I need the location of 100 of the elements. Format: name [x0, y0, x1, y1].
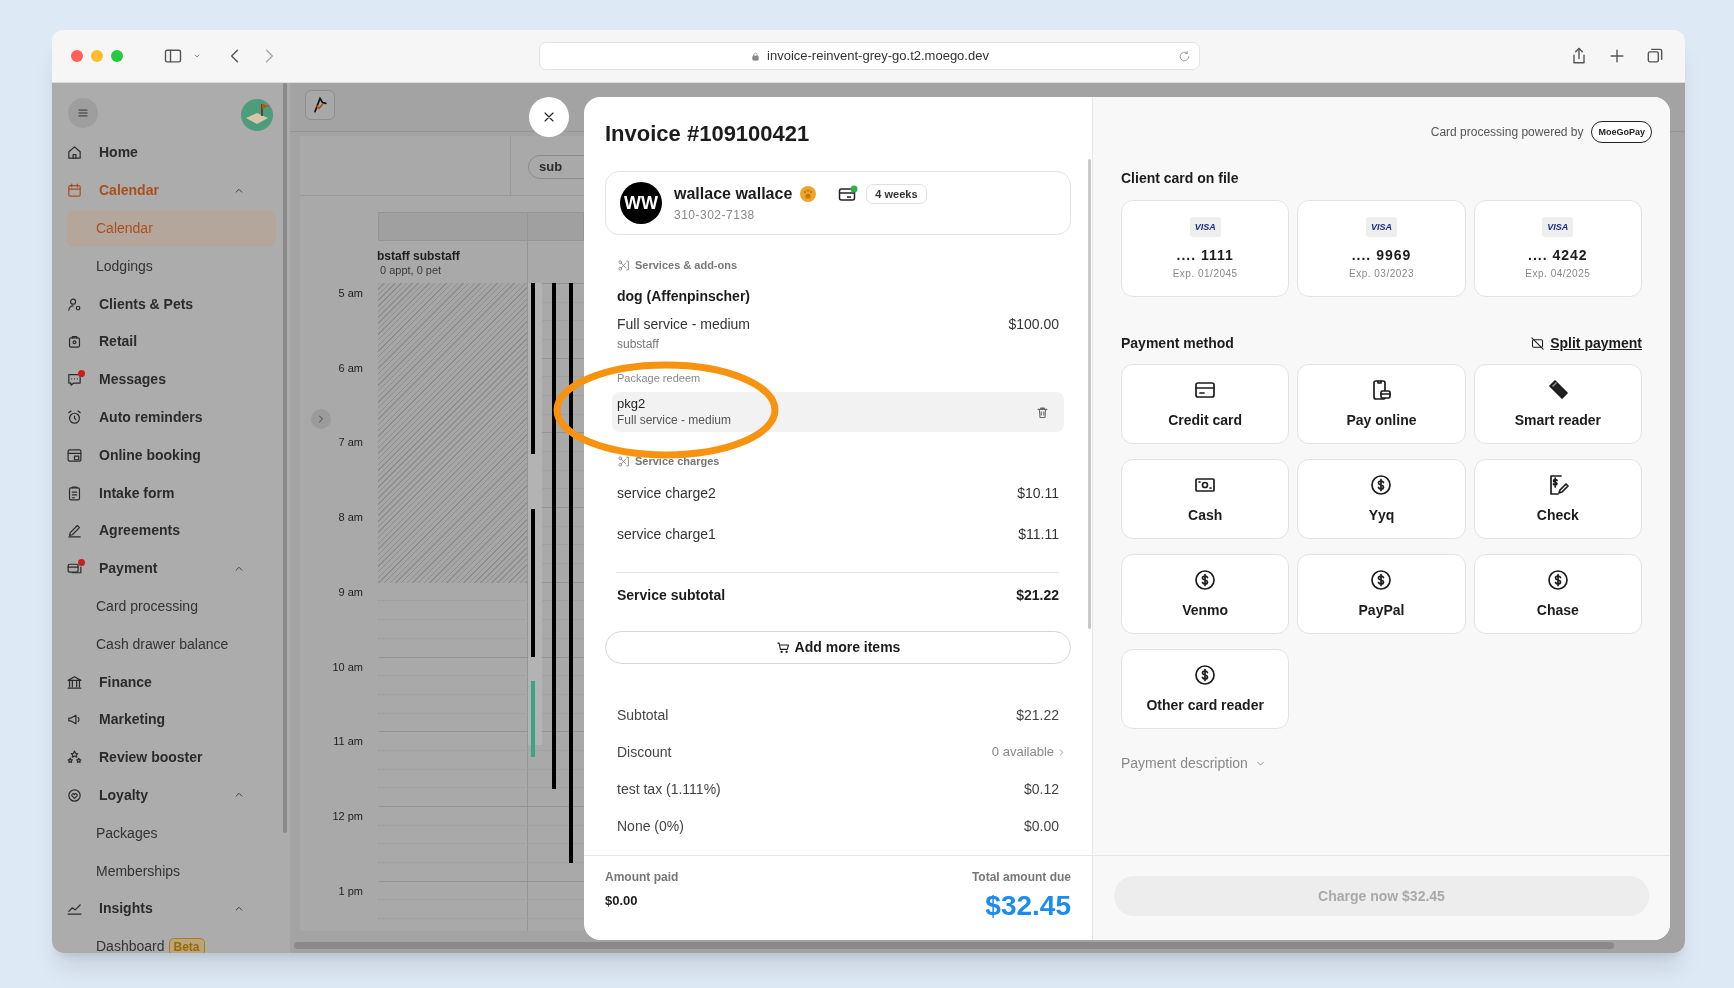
section-title: Client card on file: [1121, 169, 1240, 188]
staff-name: bstaff substaff: [377, 248, 460, 265]
saved-card[interactable]: VISA .... 1111 Exp. 01/2045: [1121, 200, 1290, 297]
sidebar-subitem[interactable]: Packages: [66, 814, 276, 853]
payment-method-button[interactable]: Smart reader: [1473, 364, 1642, 444]
charge-name: service charge2: [617, 483, 716, 503]
nav-icon: [66, 144, 83, 162]
scissors-icon: [617, 258, 630, 272]
section-label: Package redeem: [616, 371, 702, 386]
section-label: Service charges: [635, 453, 720, 469]
tabs-overview-icon[interactable]: [1645, 46, 1665, 66]
split-icon: [1530, 335, 1546, 351]
package-service: Full service - medium: [617, 412, 732, 428]
payment-description-toggle[interactable]: Payment description: [1121, 753, 1267, 774]
card-brand-label: VISA: [1542, 216, 1574, 237]
window-control[interactable]: [71, 50, 83, 62]
subtotal-label: Service subtotal: [617, 585, 726, 605]
sidebar-item[interactable]: Online booking: [52, 436, 290, 475]
sidebar-item[interactable]: Auto reminders: [52, 398, 290, 437]
payment-method-button[interactable]: Cash: [1121, 459, 1290, 539]
client-avatar: WW: [620, 182, 662, 224]
payment-method-button[interactable]: Venmo: [1121, 554, 1290, 634]
card-expiry: Exp. 04/2025: [1525, 266, 1591, 281]
summary-value: $21.22: [1016, 705, 1060, 725]
time-label: 8 am: [338, 510, 363, 526]
sidebar-item[interactable]: Review booster: [52, 738, 290, 777]
trash-icon[interactable]: [1035, 404, 1050, 420]
client-card[interactable]: WW wallace wallace 4 weeks 310-302-7138: [605, 171, 1071, 235]
window-control[interactable]: [111, 50, 123, 62]
discount-link[interactable]: 0 available: [991, 742, 1071, 762]
url-text: invoice-reinvent-grey-go.t2.moego.dev: [767, 47, 989, 66]
sidebar-item[interactable]: Finance: [52, 663, 290, 701]
dollar-circle-icon: [1369, 567, 1394, 592]
subtotal-amount: $21.22: [1016, 585, 1059, 605]
payment-method-button[interactable]: Pay online: [1297, 364, 1466, 444]
service-price: $100.00: [1008, 314, 1059, 334]
business-avatar-drawing[interactable]: [240, 98, 274, 132]
payment-method-button[interactable]: Credit card: [1121, 364, 1290, 444]
payment-method-button[interactable]: Check: [1473, 459, 1642, 539]
sidebar-item[interactable]: Marketing: [52, 700, 290, 739]
payment-method-button[interactable]: PayPal: [1297, 554, 1466, 634]
sidebar-item[interactable]: Clients & Pets: [52, 285, 290, 323]
summary-value: $0.00: [1023, 816, 1060, 836]
card-number: .... 9969: [1351, 245, 1412, 265]
package-row[interactable]: pkg2 Full service - medium: [612, 392, 1064, 432]
menu-button[interactable]: [68, 98, 98, 128]
section-title: Payment method: [1121, 333, 1234, 353]
sidebar-item[interactable]: Payment: [52, 549, 290, 588]
summary-label: Subtotal: [617, 705, 669, 725]
address-bar[interactable]: invoice-reinvent-grey-go.t2.moego.dev: [539, 42, 1200, 70]
package-name: pkg2: [617, 396, 647, 412]
nav-icon: [66, 182, 83, 200]
beta-badge: Beta: [168, 937, 205, 953]
client-phone: 310-302-7138: [674, 207, 756, 224]
section-label: Services & add-ons: [635, 257, 738, 273]
scrollbar[interactable]: [294, 942, 1614, 949]
charge-amount: $10.11: [1017, 483, 1059, 503]
dollar-circle-icon: [1545, 567, 1570, 592]
paw-badge-icon: [800, 186, 817, 202]
reload-icon[interactable]: [1178, 49, 1191, 63]
card-brand-label: VISA: [1189, 216, 1221, 237]
time-label: 1 pm: [338, 883, 363, 899]
service-staff: substaff: [616, 336, 660, 353]
sidebar-subitem[interactable]: Cash drawer balance: [66, 625, 276, 664]
staff-summary: 0 appt, 0 pet: [380, 263, 442, 278]
sidebar-item[interactable]: Retail: [52, 323, 290, 361]
amount-paid-value: $0.00: [605, 892, 639, 910]
sidebar-subitem[interactable]: Card processing: [66, 587, 276, 626]
saved-card[interactable]: VISA .... 9969 Exp. 03/2023: [1297, 200, 1466, 297]
dollar-circle-icon: [1193, 662, 1218, 687]
dollar-circle-icon: [1369, 472, 1394, 497]
payment-method-button[interactable]: Other card reader: [1121, 649, 1290, 729]
frequency-tag: 4 weeks: [866, 183, 927, 205]
sidebar-subitem[interactable]: Dashboard Beta: [66, 927, 276, 953]
charge-name: service charge1: [617, 524, 716, 544]
sidebar-item[interactable]: Insights: [52, 889, 290, 928]
sidebar-item[interactable]: Home: [52, 134, 290, 172]
scrollbar[interactable]: [283, 83, 287, 833]
sidebar-toggle-icon[interactable]: [163, 46, 183, 66]
client-name[interactable]: wallace wallace: [674, 182, 793, 206]
app-logo-button[interactable]: [305, 90, 335, 120]
nav-icon: [66, 484, 83, 502]
split-payment-link[interactable]: Split payment: [1530, 332, 1642, 354]
sidebar-item[interactable]: Intake form: [52, 474, 290, 512]
time-label: 7 am: [338, 435, 363, 451]
sidebar-item[interactable]: Loyalty: [52, 776, 290, 815]
payment-method-button[interactable]: Chase: [1473, 554, 1642, 634]
card-brand-label: VISA: [1366, 216, 1397, 237]
summary-label: test tax (1.111%): [617, 779, 721, 799]
expand-button[interactable]: [311, 409, 331, 429]
sidebar-subitem[interactable]: Lodgings: [66, 247, 276, 286]
sidebar-item[interactable]: Agreements: [52, 511, 290, 550]
sidebar-subitem[interactable]: Memberships: [66, 852, 276, 890]
window-control[interactable]: [91, 50, 103, 62]
total-due-label: Total amount due: [971, 869, 1071, 886]
provider-badge: MoeGoPay: [1591, 121, 1652, 143]
time-label: 6 am: [338, 360, 363, 376]
saved-card[interactable]: VISA .... 4242 Exp. 04/2025: [1473, 200, 1642, 297]
payment-method-button[interactable]: Yyq: [1297, 459, 1466, 539]
charge-amount: $11.11: [1018, 524, 1059, 544]
